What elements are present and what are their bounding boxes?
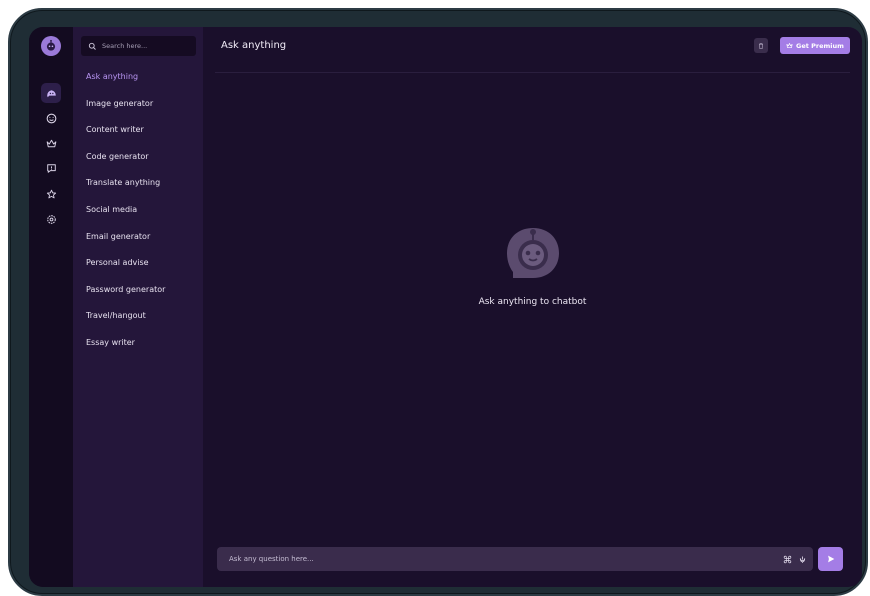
- sidebar-item-essay-writer[interactable]: Essay writer: [86, 336, 198, 363]
- send-icon: [827, 555, 834, 563]
- sidebar-item-password-generator[interactable]: Password generator: [86, 283, 198, 310]
- rail-crown-button[interactable]: [41, 133, 61, 153]
- rail-star-button[interactable]: [41, 184, 61, 204]
- sidebar-item-personal-advise[interactable]: Personal advise: [86, 256, 198, 283]
- app-logo[interactable]: [41, 36, 61, 56]
- command-icon: [783, 555, 792, 563]
- attach-button[interactable]: [783, 555, 792, 564]
- crown-icon: [786, 43, 793, 48]
- settings-icon: [46, 214, 56, 224]
- rail-settings-button[interactable]: [41, 209, 61, 229]
- sidebar-item-image-generator[interactable]: Image generator: [86, 97, 198, 124]
- robot-logo-icon: [46, 39, 56, 51]
- get-premium-button[interactable]: Get Premium: [780, 37, 850, 54]
- send-button[interactable]: [818, 547, 843, 571]
- main-panel: Ask anything Get Premium Ask anything to…: [203, 27, 862, 587]
- sidebar-item-content-writer[interactable]: Content writer: [86, 123, 198, 150]
- sidebar-item-social-media[interactable]: Social media: [86, 203, 198, 230]
- microphone-icon: [799, 556, 806, 563]
- chatbot-avatar-icon: [506, 228, 559, 278]
- rail-feedback-button[interactable]: [41, 158, 61, 178]
- search-box[interactable]: [81, 36, 196, 56]
- sidebar-item-email-generator[interactable]: Email generator: [86, 230, 198, 257]
- emoji-icon: [46, 113, 56, 123]
- tablet-frame: Ask anything Image generator Content wri…: [8, 8, 868, 596]
- crown-icon: [46, 139, 56, 147]
- main-header: Ask anything Get Premium: [215, 27, 850, 73]
- composer-bar: [217, 547, 813, 571]
- empty-state-label: Ask anything to chatbot: [478, 297, 587, 307]
- delete-chat-button[interactable]: [754, 38, 768, 53]
- sidebar-item-ask-anything[interactable]: Ask anything: [86, 70, 198, 97]
- star-icon: [46, 189, 56, 198]
- sidebar-item-translate-anything[interactable]: Translate anything: [86, 176, 198, 203]
- icon-rail: [29, 27, 73, 587]
- sidebar-item-travel-hangout[interactable]: Travel/hangout: [86, 309, 198, 336]
- sidebar-menu: Ask anything Image generator Content wri…: [86, 70, 198, 363]
- sidebar: Ask anything Image generator Content wri…: [73, 27, 203, 587]
- trash-icon: [759, 42, 763, 49]
- app-screen: Ask anything Image generator Content wri…: [29, 27, 862, 587]
- search-icon: [88, 42, 96, 50]
- feedback-icon: [46, 163, 56, 173]
- rail-emoji-button[interactable]: [41, 108, 61, 128]
- rail-chatbot-button[interactable]: [41, 83, 61, 103]
- chatbot-icon: [46, 89, 56, 97]
- get-premium-label: Get Premium: [796, 41, 844, 50]
- empty-state: Ask anything to chatbot: [203, 222, 862, 307]
- sidebar-item-code-generator[interactable]: Code generator: [86, 150, 198, 177]
- search-input[interactable]: [102, 42, 192, 50]
- question-input[interactable]: [229, 555, 783, 563]
- voice-button[interactable]: [798, 555, 807, 564]
- page-title: Ask anything: [221, 40, 287, 51]
